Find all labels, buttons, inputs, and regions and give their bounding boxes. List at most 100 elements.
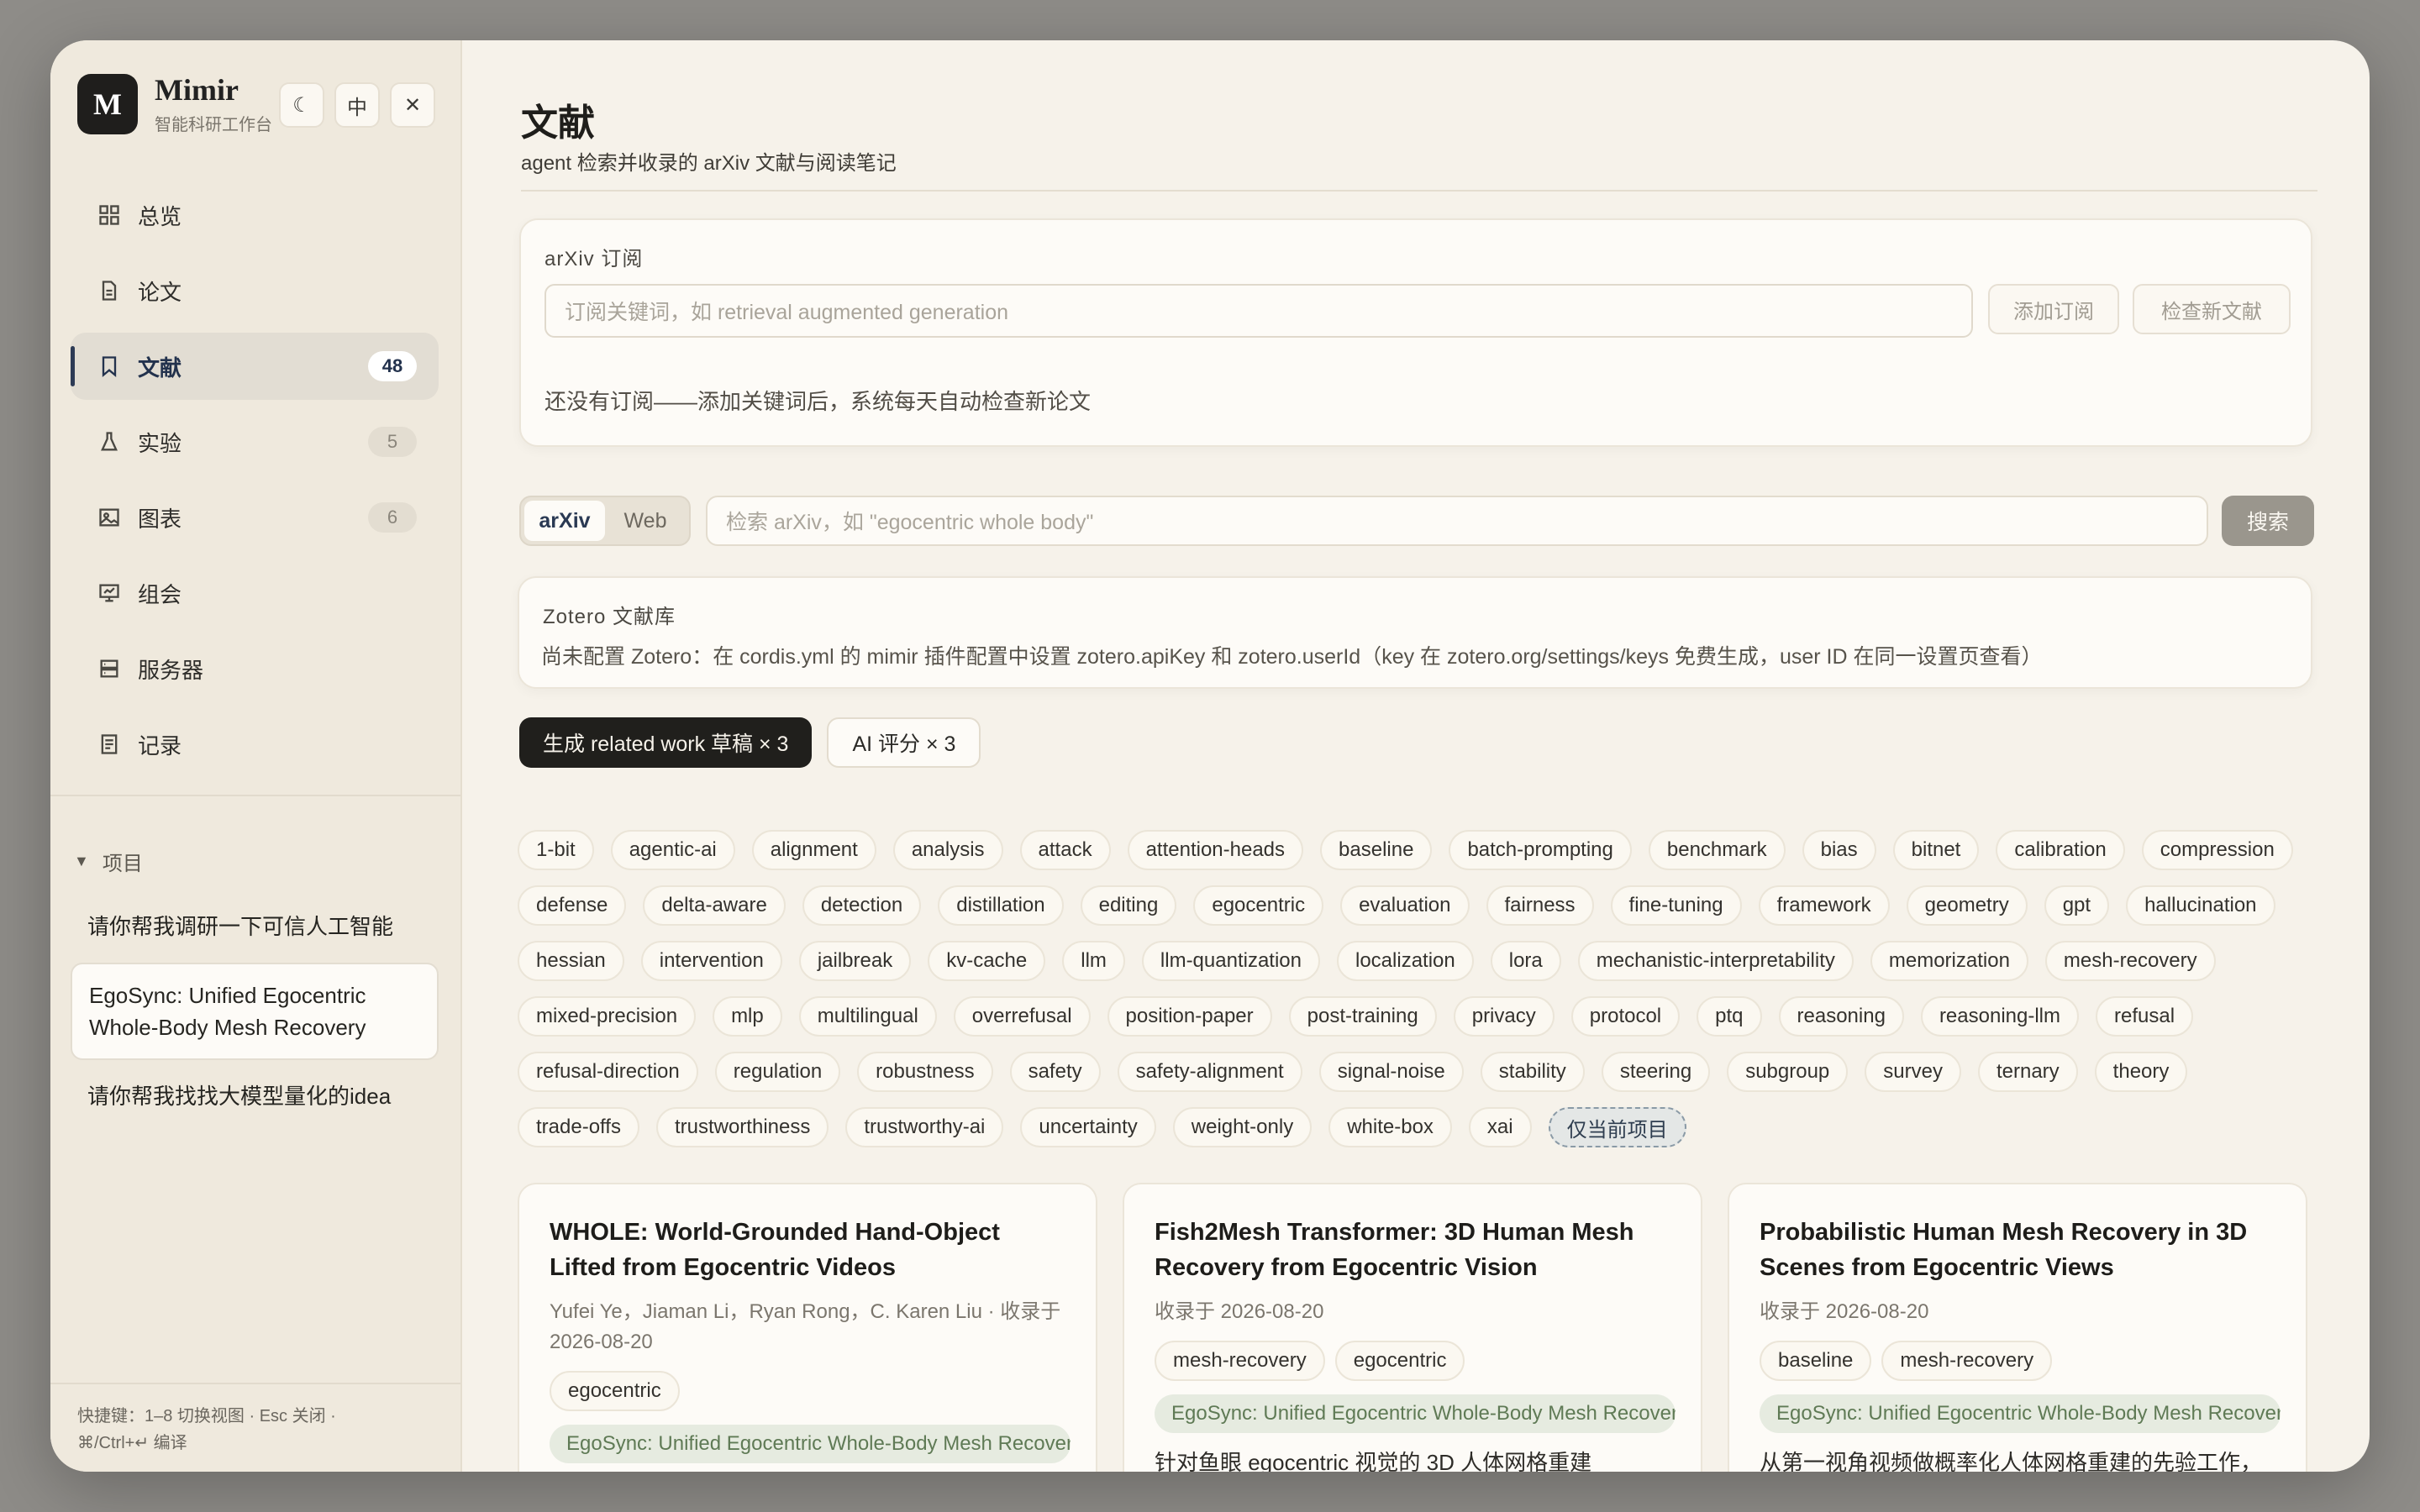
project-item-selected[interactable]: EgoSync: Unified Egocentric Whole-Body M… [71, 963, 439, 1060]
tag-chip[interactable]: defense [518, 885, 627, 926]
tag-chip[interactable]: fine-tuning [1610, 885, 1742, 926]
tag-chip[interactable]: reasoning-llm [1920, 996, 2079, 1037]
tag-chip[interactable]: editing [1080, 885, 1177, 926]
add-subscription-button[interactable]: 添加订阅 [1988, 284, 2119, 334]
tag-chip[interactable]: safety [1009, 1052, 1101, 1092]
paper-tag[interactable]: egocentric [1334, 1341, 1465, 1381]
paper-title[interactable]: Probabilistic Human Mesh Recovery in 3D … [1760, 1215, 2275, 1285]
tag-chip[interactable]: llm-quantization [1141, 941, 1320, 981]
tab-web[interactable]: Web [605, 501, 686, 541]
generate-related-work-button[interactable]: 生成 related work 草稿 × 3 [519, 717, 813, 768]
tag-chip[interactable]: overrefusal [953, 996, 1091, 1037]
close-button[interactable]: ✕ [390, 82, 435, 128]
search-button[interactable]: 搜索 [2222, 496, 2314, 546]
tag-chip[interactable]: analysis [892, 830, 1003, 870]
projects-toggle[interactable]: ▼ 项目 [74, 847, 143, 876]
tag-chip[interactable]: protocol [1570, 996, 1681, 1037]
tag-chip[interactable]: detection [802, 885, 922, 926]
tag-chip[interactable]: agentic-ai [610, 830, 735, 870]
tag-chip[interactable]: privacy [1453, 996, 1555, 1037]
tag-chip[interactable]: safety-alignment [1117, 1052, 1302, 1092]
tag-chip[interactable]: baseline [1320, 830, 1433, 870]
sidebar-item-figures[interactable]: 图表 6 [71, 484, 439, 551]
tag-chip[interactable]: egocentric [1193, 885, 1324, 926]
paper-card[interactable]: Probabilistic Human Mesh Recovery in 3D … [1728, 1183, 2307, 1472]
tag-chip[interactable]: attention-heads [1127, 830, 1304, 870]
tag-chip[interactable]: trustworthy-ai [845, 1107, 1004, 1147]
tag-chip[interactable]: reasoning [1778, 996, 1904, 1037]
project-item[interactable]: 请你帮我调研一下可信人工智能 [71, 895, 439, 958]
tag-chip[interactable]: distillation [938, 885, 1064, 926]
tag-chip[interactable]: geometry [1906, 885, 2028, 926]
tag-chip[interactable]: theory [2094, 1052, 2188, 1092]
tag-chip[interactable]: compression [2141, 830, 2293, 870]
tag-chip[interactable]: jailbreak [798, 941, 912, 981]
tag-chip[interactable]: 1-bit [518, 830, 594, 870]
paper-tag[interactable]: mesh-recovery [1155, 1341, 1325, 1381]
ai-score-button[interactable]: AI 评分 × 3 [827, 717, 981, 768]
paper-title[interactable]: Fish2Mesh Transformer: 3D Human Mesh Rec… [1155, 1215, 1670, 1285]
tag-chip[interactable]: delta-aware [643, 885, 786, 926]
tag-chip[interactable]: uncertainty [1020, 1107, 1156, 1147]
tag-chip[interactable]: stability [1480, 1052, 1585, 1092]
tag-chip[interactable]: position-paper [1107, 996, 1272, 1037]
subscription-keyword-input[interactable]: 订阅关键词，如 retrieval augmented generation [544, 284, 1973, 338]
sidebar-item-papers[interactable]: 论文 [71, 257, 439, 324]
check-new-papers-button[interactable]: 检查新文献 [2133, 284, 2291, 334]
paper-tag[interactable]: baseline [1760, 1341, 1872, 1381]
tag-chip[interactable]: mlp [713, 996, 782, 1037]
tag-chip[interactable]: bitnet [1892, 830, 1980, 870]
tag-chip[interactable]: hallucination [2126, 885, 2275, 926]
tag-chip[interactable]: bias [1802, 830, 1876, 870]
tag-chip[interactable]: intervention [640, 941, 782, 981]
tag-chip[interactable]: multilingual [798, 996, 937, 1037]
tag-chip[interactable]: steering [1601, 1052, 1711, 1092]
sidebar-item-records[interactable]: 记录 [71, 711, 439, 778]
tag-chip[interactable]: weight-only [1172, 1107, 1313, 1147]
tag-chip[interactable]: attack [1019, 830, 1111, 870]
tag-chip[interactable]: xai [1468, 1107, 1532, 1147]
tag-chip[interactable]: mesh-recovery [2044, 941, 2216, 981]
tag-chip[interactable]: regulation [714, 1052, 841, 1092]
tag-chip[interactable]: white-box [1328, 1107, 1452, 1147]
tag-chip[interactable]: fairness [1486, 885, 1594, 926]
tag-chip[interactable]: memorization [1870, 941, 2028, 981]
tag-chip[interactable]: evaluation [1340, 885, 1470, 926]
tag-chip[interactable]: refusal-direction [518, 1052, 698, 1092]
tag-chip[interactable]: calibration [1996, 830, 2125, 870]
paper-card[interactable]: WHOLE: World-Grounded Hand-Object Lifted… [518, 1183, 1097, 1472]
tag-chip[interactable]: ternary [1977, 1052, 2078, 1092]
sidebar-item-experiments[interactable]: 实验 5 [71, 408, 439, 475]
project-link-pill[interactable]: EgoSync: Unified Egocentric Whole-Body M… [1155, 1394, 1676, 1433]
theme-toggle-button[interactable]: ☾ [279, 82, 324, 128]
search-input[interactable]: 检索 arXiv，如 "egocentric whole body" [706, 496, 2208, 546]
project-link-pill[interactable]: EgoSync: Unified Egocentric Whole-Body M… [550, 1425, 1071, 1463]
tag-chip[interactable]: benchmark [1648, 830, 1786, 870]
sidebar-item-overview[interactable]: 总览 [71, 181, 439, 249]
tag-chip[interactable]: batch-prompting [1449, 830, 1632, 870]
current-project-filter[interactable]: 仅当前项目 [1548, 1107, 1686, 1147]
tag-chip[interactable]: signal-noise [1318, 1052, 1464, 1092]
tag-chip[interactable]: mixed-precision [518, 996, 697, 1037]
tag-chip[interactable]: lora [1490, 941, 1561, 981]
paper-title[interactable]: WHOLE: World-Grounded Hand-Object Lifted… [550, 1215, 1065, 1285]
project-link-pill[interactable]: EgoSync: Unified Egocentric Whole-Body M… [1760, 1394, 2281, 1433]
tag-chip[interactable]: kv-cache [928, 941, 1046, 981]
tag-chip[interactable]: robustness [857, 1052, 993, 1092]
paper-card[interactable]: Fish2Mesh Transformer: 3D Human Mesh Rec… [1123, 1183, 1702, 1472]
sidebar-item-literature[interactable]: 文献 48 [71, 333, 439, 400]
tag-chip[interactable]: trustworthiness [655, 1107, 829, 1147]
project-item[interactable]: 请你帮我找找大模型量化的idea [71, 1065, 439, 1127]
tag-chip[interactable]: localization [1337, 941, 1474, 981]
tag-chip[interactable]: alignment [751, 830, 876, 870]
paper-tag[interactable]: egocentric [550, 1371, 680, 1411]
language-toggle-button[interactable]: 中 [334, 82, 380, 128]
tag-chip[interactable]: survey [1865, 1052, 1961, 1092]
tag-chip[interactable]: trade-offs [518, 1107, 639, 1147]
tag-chip[interactable]: hessian [518, 941, 624, 981]
tag-chip[interactable]: refusal [2096, 996, 2194, 1037]
tag-chip[interactable]: gpt [2044, 885, 2110, 926]
tab-arxiv[interactable]: arXiv [524, 501, 605, 541]
tag-chip[interactable]: framework [1758, 885, 1890, 926]
tag-chip[interactable]: subgroup [1727, 1052, 1849, 1092]
